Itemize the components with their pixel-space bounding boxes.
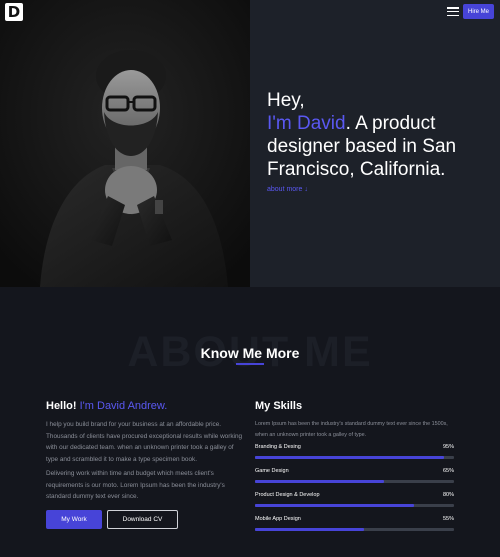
about-paragraph-2: Delivering work within time and budget w… <box>46 470 225 500</box>
skill-item: Game Design 65% <box>255 468 454 483</box>
skill-label: Mobile App Design <box>255 516 301 522</box>
arrow-down-icon: ↓ <box>304 186 308 193</box>
hero-name: I'm David <box>267 113 346 134</box>
skill-bar-fill <box>255 480 385 483</box>
skill-bar-track <box>255 504 454 507</box>
hero-headline: Hey, I'm David. A product designer based… <box>267 89 497 181</box>
hire-me-button[interactable]: Hire Me <box>463 4 494 19</box>
skill-label: Branding & Desing <box>255 444 301 450</box>
skill-bar-fill <box>255 504 415 507</box>
about-more-label: about more <box>267 186 303 193</box>
hello-name: I'm David Andrew. <box>79 400 168 412</box>
skill-label: Product Design & Develop <box>255 492 320 498</box>
logo-letter: D <box>7 2 21 21</box>
download-cv-button[interactable]: Download CV <box>107 510 178 529</box>
skill-item: Mobile App Design 55% <box>255 516 454 531</box>
skill-bar-fill <box>255 456 445 459</box>
profile-photo: D <box>0 0 250 287</box>
brand-logo[interactable]: D <box>5 3 23 21</box>
skill-bar-track <box>255 528 454 531</box>
title-underline <box>236 363 264 365</box>
skill-bar-track <box>255 480 454 483</box>
menu-icon[interactable] <box>447 7 459 16</box>
about-title: Know Me More <box>200 345 300 361</box>
hero-section: D Hire Me Hey, I'm David. A product desi… <box>0 0 500 287</box>
about-more-link[interactable]: about more ↓ <box>267 186 308 193</box>
skill-percent: 55% <box>442 516 454 522</box>
skill-percent: 65% <box>442 468 454 474</box>
skill-percent: 95% <box>442 444 454 450</box>
skill-bar-track <box>255 456 454 459</box>
skill-bar-fill <box>255 528 365 531</box>
skill-label: Game Design <box>255 468 289 474</box>
my-work-button[interactable]: My Work <box>46 510 102 529</box>
about-paragraph-1: I help you build brand for your business… <box>46 421 243 463</box>
hello-heading: Hello! I'm David Andrew. <box>46 400 167 412</box>
skills-description: Lorem Ipsum has been the industry's stan… <box>255 421 448 438</box>
skills-title: My Skills <box>255 400 303 412</box>
hero-greeting: Hey, <box>267 90 305 111</box>
skill-percent: 80% <box>442 492 454 498</box>
skill-item: Branding & Desing 95% <box>255 444 454 459</box>
hello-prefix: Hello! <box>46 400 77 412</box>
skill-item: Product Design & Develop 80% <box>255 492 454 507</box>
